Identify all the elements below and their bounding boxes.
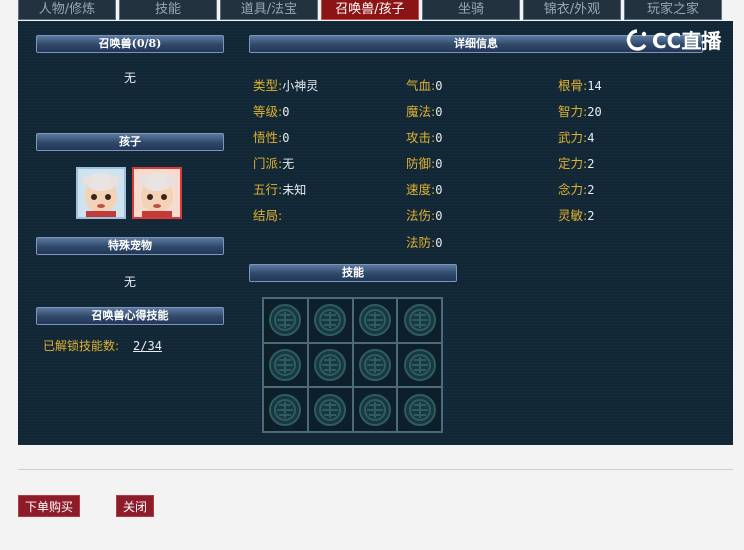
summon-empty-text: 无 bbox=[124, 71, 137, 85]
attr-hp: 气血:0 bbox=[406, 78, 443, 93]
child-avatar-1[interactable] bbox=[76, 167, 126, 219]
empty-slot-icon bbox=[314, 348, 347, 381]
close-button[interactable]: 关闭 bbox=[116, 495, 154, 517]
tab-items[interactable]: 道具/法宝 bbox=[220, 0, 318, 20]
attr-magic-damage: 法伤:0 bbox=[406, 208, 443, 223]
skill-slot[interactable] bbox=[307, 387, 353, 432]
summon-skill-header: 召唤兽心得技能 bbox=[36, 307, 224, 325]
special-pet-empty-text: 无 bbox=[124, 275, 137, 289]
tab-character[interactable]: 人物/修炼 bbox=[18, 0, 116, 20]
skill-slot[interactable] bbox=[307, 342, 353, 388]
unlock-value-link[interactable]: 2/34 bbox=[133, 339, 162, 353]
attr-agility: 灵敏:2 bbox=[558, 208, 595, 223]
attr-element: 五行:未知 bbox=[253, 182, 307, 197]
attr-intelligence: 智力:20 bbox=[558, 104, 602, 119]
skills-header: 技能 bbox=[249, 264, 457, 282]
skill-slot[interactable] bbox=[352, 342, 398, 388]
empty-slot-icon bbox=[358, 304, 391, 337]
attr-magic-defense: 法防:0 bbox=[406, 235, 443, 250]
summon-header: 召唤兽(0/8) bbox=[36, 35, 224, 53]
skill-slot[interactable] bbox=[307, 298, 353, 343]
tab-summons[interactable]: 召唤兽/孩子 bbox=[321, 0, 419, 20]
skill-slot[interactable] bbox=[352, 298, 398, 343]
skill-slot[interactable] bbox=[397, 387, 442, 432]
empty-slot-icon bbox=[358, 393, 391, 426]
empty-slot-icon bbox=[403, 393, 436, 426]
attr-type: 类型:小神灵 bbox=[253, 78, 319, 93]
attr-wuxing: 悟性:0 bbox=[253, 130, 290, 145]
tab-home[interactable]: 玩家之家 bbox=[624, 0, 722, 20]
empty-slot-icon bbox=[269, 348, 302, 381]
empty-slot-icon bbox=[314, 393, 347, 426]
divider bbox=[18, 469, 733, 470]
cc-watermark: CC直播 bbox=[624, 25, 721, 54]
empty-slot-icon bbox=[358, 348, 391, 381]
main-panel: 召唤兽(0/8) 无 孩子 特殊宠物 无 召唤兽心得技能 已解锁技能数: 2/3… bbox=[18, 21, 733, 445]
attr-school: 门派:无 bbox=[253, 156, 295, 171]
skill-slot[interactable] bbox=[352, 387, 398, 432]
unlock-label: 已解锁技能数: bbox=[43, 339, 120, 353]
attr-mp: 魔法:0 bbox=[406, 104, 443, 119]
attr-endurance: 定力:2 bbox=[558, 156, 595, 171]
attr-willpower: 念力:2 bbox=[558, 182, 595, 197]
buy-button[interactable]: 下单购买 bbox=[18, 495, 80, 517]
attr-speed: 速度:0 bbox=[406, 182, 443, 197]
empty-slot-icon bbox=[403, 304, 436, 337]
skill-slot[interactable] bbox=[263, 342, 308, 388]
skill-grid bbox=[262, 297, 443, 433]
empty-slot-icon bbox=[269, 393, 302, 426]
attr-level: 等级:0 bbox=[253, 104, 290, 119]
attr-constitution: 根骨:14 bbox=[558, 78, 602, 93]
special-pet-header: 特殊宠物 bbox=[36, 237, 224, 255]
attr-strength: 武力:4 bbox=[558, 130, 595, 145]
empty-slot-icon bbox=[403, 348, 436, 381]
child-avatar-2[interactable] bbox=[132, 167, 182, 219]
empty-slot-icon bbox=[269, 304, 302, 337]
attr-attack: 攻击:0 bbox=[406, 130, 443, 145]
child-face-icon bbox=[134, 169, 180, 217]
empty-slot-icon bbox=[314, 304, 347, 337]
tab-mounts[interactable]: 坐骑 bbox=[422, 0, 520, 20]
skill-slot[interactable] bbox=[263, 387, 308, 432]
unlock-count: 已解锁技能数: 2/34 bbox=[43, 337, 162, 354]
cc-logo-icon bbox=[626, 28, 647, 51]
attr-defense: 防御:0 bbox=[406, 156, 443, 171]
child-face-icon bbox=[78, 169, 124, 217]
children-header: 孩子 bbox=[36, 133, 224, 151]
skill-slot[interactable] bbox=[397, 342, 442, 388]
skill-slot[interactable] bbox=[397, 298, 442, 343]
skill-slot[interactable] bbox=[263, 298, 308, 343]
tab-appearance[interactable]: 锦衣/外观 bbox=[523, 0, 621, 20]
attr-ending: 结局: bbox=[253, 208, 283, 223]
tab-skills[interactable]: 技能 bbox=[119, 0, 217, 20]
tab-bar: 人物/修炼 技能 道具/法宝 召唤兽/孩子 坐骑 锦衣/外观 玩家之家 bbox=[18, 0, 733, 20]
watermark-text: CC直播 bbox=[652, 29, 722, 53]
